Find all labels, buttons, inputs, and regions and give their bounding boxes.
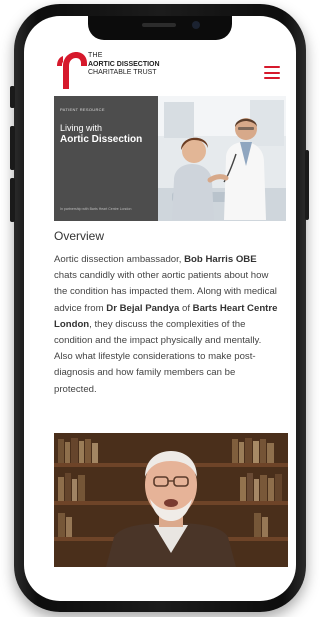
paragraph-text-3: of [179,302,193,314]
hero-title: Living with Aortic Dissection [60,122,156,146]
video-frame-image [54,433,288,567]
logo-line-3: CHARITABLE TRUST [88,69,157,76]
overview-heading: Overview [54,229,105,243]
phone-volume-down-button [10,178,15,222]
site-header: THE AORTIC DISSECTION CHARITABLE TRUST [24,38,296,94]
hero-small-label: PATIENT RESOURCE [60,107,105,112]
charity-logo-text[interactable]: THE AORTIC DISSECTION CHARITABLE TRUST [88,52,160,78]
aortic-arch-logo-icon[interactable] [54,49,88,91]
paragraph-text-1: Aortic dissection ambassador, [54,254,185,265]
doctor-patient-photo [158,96,286,221]
phone-notch [88,16,232,40]
overview-paragraph: Aortic dissection ambassador, Bob Harris… [54,252,280,398]
doctor-name: Dr Bejal Pandya [106,302,180,314]
phone-screen: THE AORTIC DISSECTION CHARITABLE TRUST P… [24,16,296,601]
ambassador-name: Bob Harris OBE [184,254,257,265]
hero-photo [158,96,286,221]
logo-line-1: THE [88,52,103,59]
hamburger-menu-icon[interactable] [264,66,280,79]
hero-credit: In partnership with Barts Heart Centre L… [60,207,132,211]
hero-title-line-1: Living with [60,123,103,133]
hero-banner-image: PATIENT RESOURCE Living with Aortic Diss… [54,96,286,221]
hero-text-panel: PATIENT RESOURCE Living with Aortic Diss… [54,96,158,221]
phone-volume-up-button [10,126,15,170]
front-camera [192,21,200,29]
hero-title-line-2: Aortic Dissection [60,134,143,145]
phone-mute-switch [10,86,15,108]
paragraph-text-4: , they discuss the complexities of the c… [54,318,262,395]
speaker-grille [142,23,176,27]
video-thumbnail[interactable] [54,433,288,567]
phone-power-button [305,150,309,220]
logo-line-2: AORTIC DISSECTION [88,60,160,68]
